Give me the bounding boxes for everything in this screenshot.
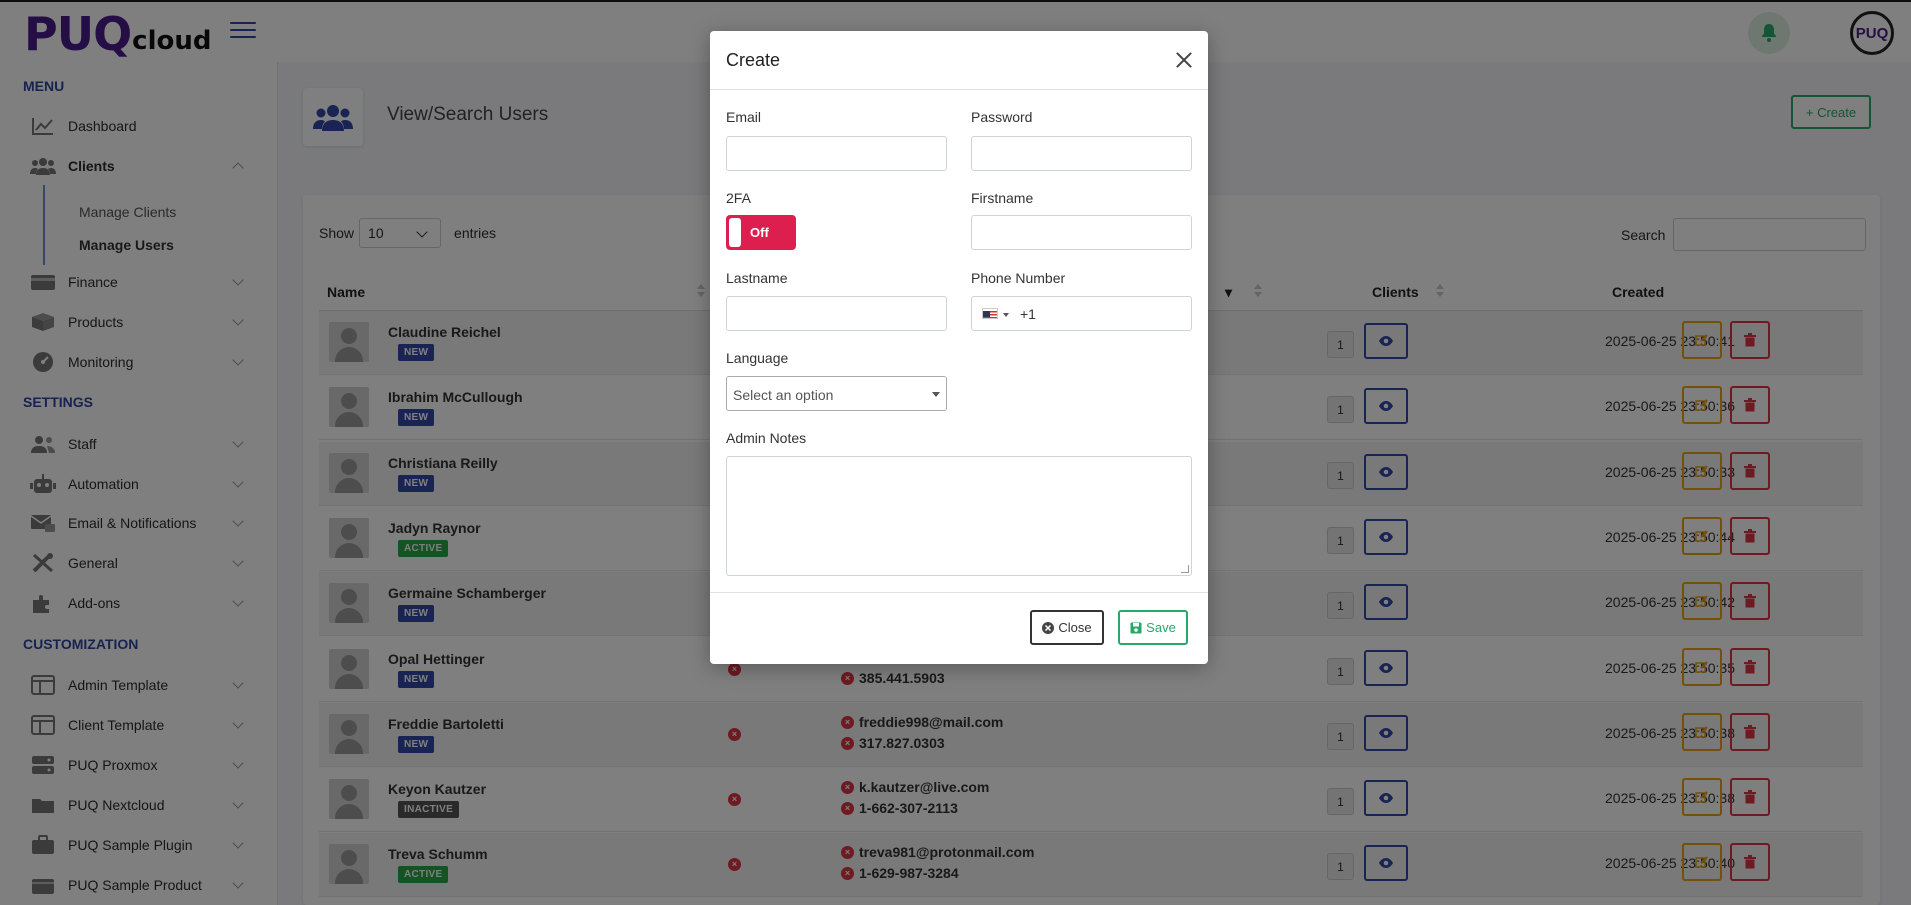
times-circle-icon — [1042, 621, 1055, 634]
language-select[interactable]: Select an option — [726, 376, 947, 411]
resize-handle-icon[interactable] — [1181, 565, 1189, 573]
language-label: Language — [726, 350, 789, 366]
toggle-state-label: Off — [750, 225, 769, 240]
password-label: Password — [971, 109, 1033, 125]
phone-country-code: +1 — [1020, 306, 1036, 322]
email-field[interactable] — [726, 136, 947, 171]
phone-number-field[interactable]: +1 — [971, 296, 1192, 331]
create-user-modal: Create Email Password 2FA Off Firstname … — [710, 31, 1208, 664]
close-icon[interactable] — [1174, 50, 1194, 70]
us-flag-icon[interactable] — [982, 308, 998, 319]
close-button-label: Close — [1058, 620, 1092, 635]
modal-header: Create — [710, 31, 1208, 90]
admin-notes-label: Admin Notes — [726, 430, 807, 446]
firstname-label: Firstname — [971, 190, 1034, 206]
modal-title: Create — [726, 50, 781, 70]
lastname-field[interactable] — [726, 296, 947, 331]
admin-notes-textarea[interactable] — [726, 456, 1192, 576]
language-placeholder: Select an option — [733, 387, 834, 403]
toggle-knob — [729, 218, 741, 247]
chevron-down-icon — [932, 392, 940, 397]
email-label: Email — [726, 109, 762, 125]
lastname-label: Lastname — [726, 270, 788, 286]
phone-label: Phone Number — [971, 270, 1066, 286]
save-button-label: Save — [1146, 620, 1176, 635]
save-button[interactable]: Save — [1118, 610, 1188, 645]
floppy-disk-icon — [1130, 622, 1142, 633]
chevron-down-icon[interactable] — [1003, 313, 1009, 317]
password-field[interactable] — [971, 136, 1192, 171]
twofa-toggle[interactable]: Off — [726, 215, 796, 250]
twofa-label: 2FA — [726, 190, 751, 206]
firstname-field[interactable] — [971, 215, 1192, 250]
modal-footer: Close Save — [710, 592, 1208, 664]
close-button[interactable]: Close — [1030, 610, 1104, 645]
